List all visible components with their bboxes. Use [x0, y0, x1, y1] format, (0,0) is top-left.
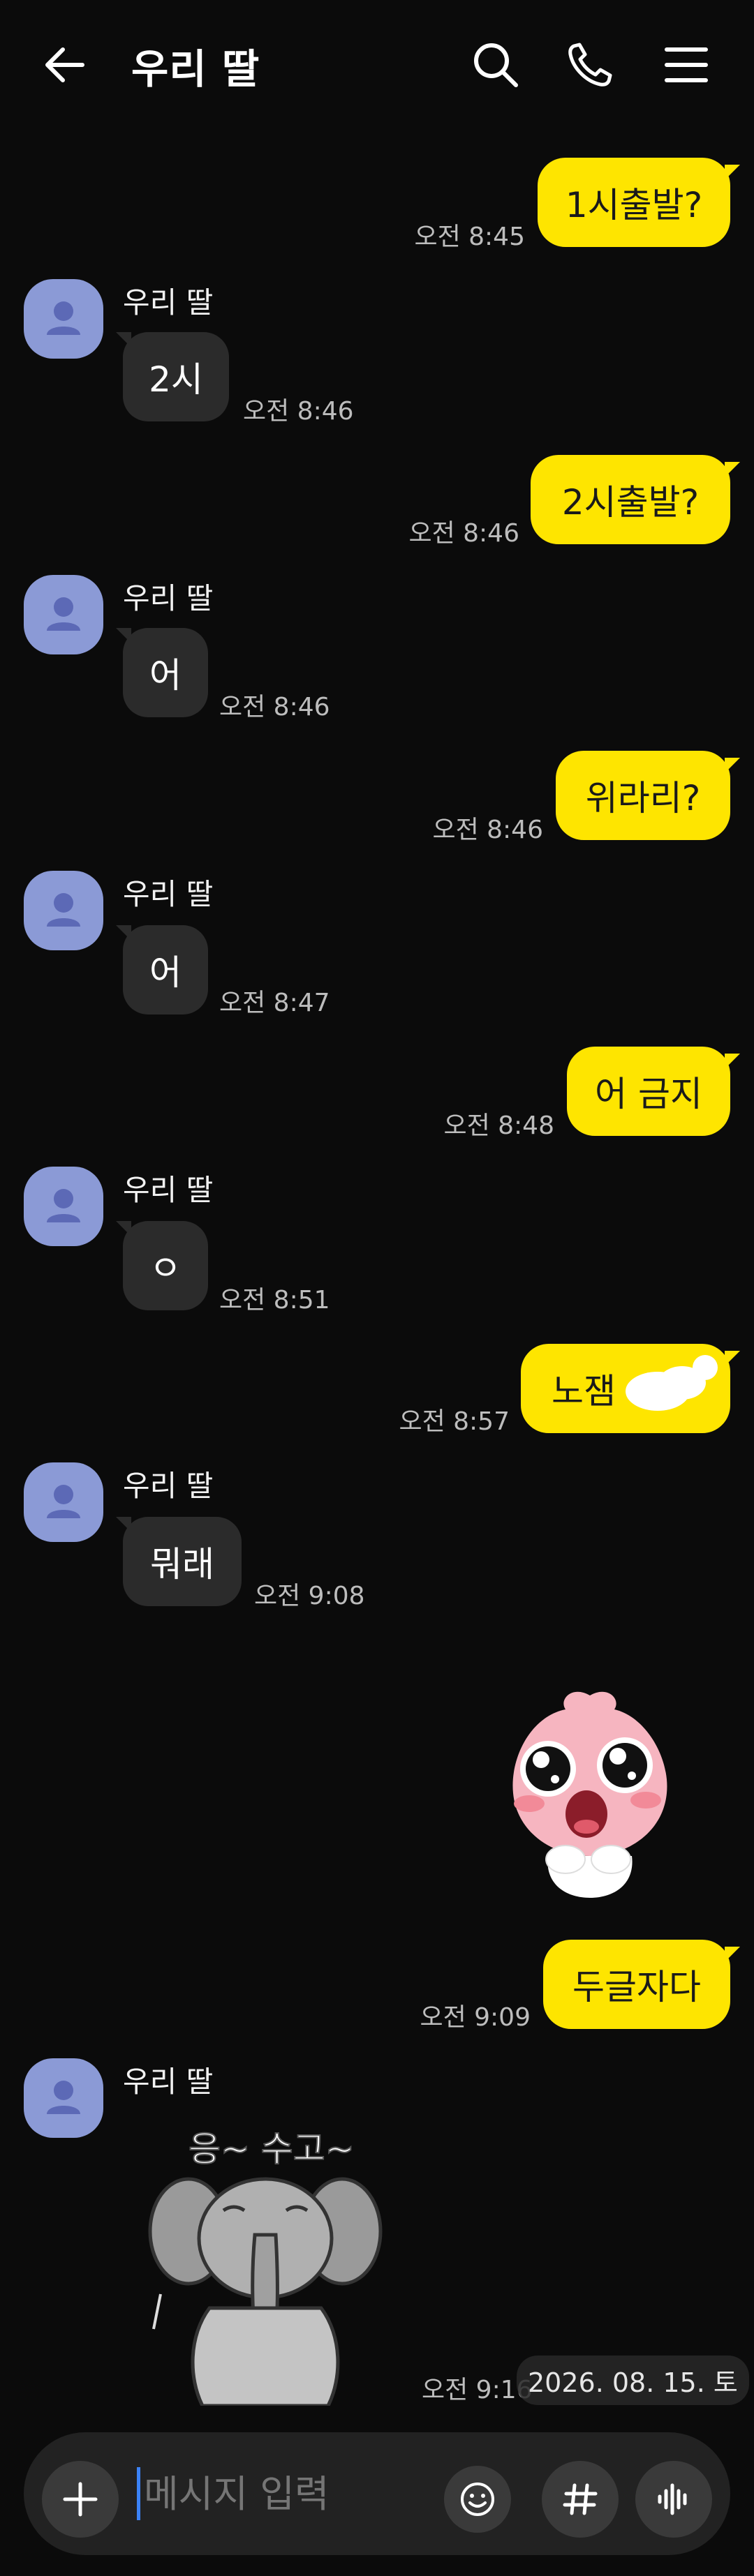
emoji-icon: [461, 2483, 494, 2516]
profile-icon: [47, 893, 80, 927]
outgoing-message[interactable]: 어 금지: [567, 1047, 730, 1136]
message-time: 오전 8:46: [243, 397, 354, 426]
message-time: 오전 9:09: [420, 2003, 531, 2032]
outgoing-message[interactable]: 위라리?: [556, 751, 730, 840]
sender-name: 우리 딸: [123, 1173, 214, 1207]
message-text: 노잼: [552, 1371, 616, 1411]
message-input[interactable]: [137, 2470, 451, 2519]
avatar[interactable]: [24, 575, 103, 654]
bubble-tail: [725, 462, 740, 477]
message-time: 오전 8:46: [219, 693, 330, 721]
phone-icon: [568, 43, 612, 87]
hash-icon: [563, 2483, 598, 2515]
voice-button[interactable]: [635, 2461, 712, 2538]
incoming-message[interactable]: 뭐래: [123, 1517, 242, 1606]
outgoing-message[interactable]: 노잼: [521, 1344, 730, 1433]
chat-title: 우리 딸: [131, 45, 260, 93]
bubble-tail: [725, 1947, 740, 1962]
peach-character-icon: [512, 1691, 667, 1898]
profile-icon: [47, 1485, 80, 1518]
message-time: 오전 8:47: [219, 989, 330, 1017]
menu-icon: [665, 47, 708, 82]
sticker-elephant[interactable]: 응~ 수고~: [147, 2114, 384, 2407]
avatar[interactable]: [24, 2058, 103, 2138]
message-time: 오전 8:51: [219, 1286, 330, 1315]
menu-button[interactable]: [648, 27, 725, 103]
message-time: 오전 8:46: [408, 519, 519, 548]
outgoing-message[interactable]: 1시출발?: [538, 158, 730, 247]
incoming-message[interactable]: ㅇ: [123, 1221, 208, 1310]
outgoing-message[interactable]: 두글자다: [543, 1940, 730, 2029]
sender-name: 우리 딸: [123, 2065, 214, 2099]
hashtag-button[interactable]: [542, 2461, 619, 2538]
call-button[interactable]: [552, 27, 628, 103]
redacted-scribble: [626, 1355, 718, 1411]
profile-icon: [47, 301, 80, 335]
incoming-message[interactable]: 2시: [123, 332, 229, 421]
avatar[interactable]: [24, 1167, 103, 1246]
search-button[interactable]: [457, 27, 534, 103]
bubble-tail: [725, 165, 740, 180]
message-time: 오전 9:16: [422, 2376, 533, 2404]
profile-icon: [47, 597, 80, 631]
message-time: 오전 8:57: [399, 1407, 510, 1436]
bubble-tail: [725, 1054, 740, 1069]
message-time: 오전 8:46: [432, 816, 543, 844]
bubble-tail: [725, 758, 740, 773]
voice-icon: [658, 2483, 687, 2515]
avatar[interactable]: [24, 871, 103, 950]
add-attachment-button[interactable]: [42, 2461, 119, 2538]
incoming-message[interactable]: 어: [123, 628, 208, 717]
avatar[interactable]: [24, 1462, 103, 1542]
date-indicator: 2026. 08. 15. 토: [517, 2356, 749, 2405]
avatar[interactable]: [24, 279, 103, 359]
incoming-message[interactable]: 어: [123, 925, 208, 1014]
sender-name: 우리 딸: [123, 877, 214, 911]
message-time: 오전 9:08: [254, 1582, 365, 1610]
sticker-text: 응~ 수고~: [188, 2128, 355, 2170]
sender-name: 우리 딸: [123, 285, 214, 320]
profile-icon: [47, 1189, 80, 1222]
sender-name: 우리 딸: [123, 581, 214, 615]
back-button[interactable]: [27, 27, 103, 103]
sender-name: 우리 딸: [123, 1469, 214, 1503]
message-time: 오전 8:45: [414, 223, 525, 251]
bubble-tail: [725, 1351, 740, 1366]
sticker-peach[interactable]: [489, 1682, 691, 1912]
profile-icon: [47, 2081, 80, 2114]
emoji-button[interactable]: [444, 2466, 511, 2533]
search-icon: [474, 43, 518, 87]
message-time: 오전 8:48: [443, 1111, 554, 1140]
back-arrow-icon: [45, 47, 84, 82]
outgoing-message[interactable]: 2시출발?: [531, 455, 730, 544]
elephant-character-icon: [148, 2177, 383, 2406]
plus-icon: [63, 2482, 98, 2517]
